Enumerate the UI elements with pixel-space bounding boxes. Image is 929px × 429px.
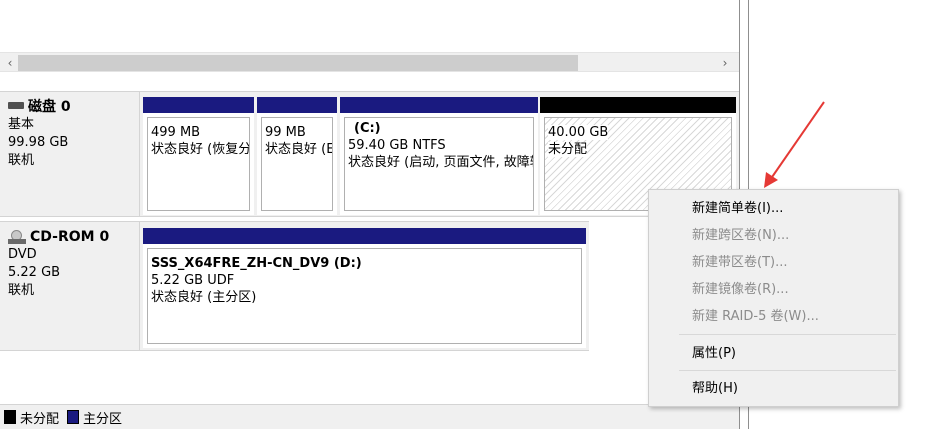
partition-body: (C:) 59.40 GB NTFS 状态良好 (启动, 页面文件, 故障转储,…	[344, 117, 534, 211]
partition-recovery[interactable]: 499 MB 状态良好 (恢复分区)	[143, 97, 254, 215]
disk-status: 联机	[8, 283, 35, 298]
volume-list-pane	[0, 0, 739, 52]
disk-type: 基本	[8, 117, 35, 132]
cdrom-0-label[interactable]: CD-ROM 0 DVD 5.22 GB 联机	[0, 221, 140, 351]
unallocated-swatch	[4, 410, 16, 424]
scroll-right-icon[interactable]: ›	[717, 55, 733, 71]
partition-c[interactable]: (C:) 59.40 GB NTFS 状态良好 (启动, 页面文件, 故障转储,…	[340, 97, 538, 215]
menu-item-new-spanned-volume[interactable]: 新建跨区卷(N)...	[650, 224, 897, 248]
partition-size: 499 MB	[151, 125, 201, 140]
partition-status: 状态良好 (主分区)	[151, 290, 257, 305]
partition-status: 状态良好 (EFI 系统分区)	[265, 142, 332, 157]
disk-size: 99.98 GB	[8, 135, 69, 150]
legend: 未分配 主分区	[0, 404, 739, 429]
annotation-arrow-icon	[764, 101, 825, 188]
partition-status: 状态良好 (恢复分区)	[151, 142, 250, 157]
partition-type-bar	[257, 97, 337, 113]
cdrom-0-name-row: CD-ROM 0	[8, 228, 131, 246]
partition-type-bar	[540, 97, 736, 113]
scroll-left-icon[interactable]: ‹	[2, 55, 18, 71]
partition-status: 未分配	[548, 142, 588, 157]
menu-item-new-striped-volume[interactable]: 新建带区卷(T)...	[650, 251, 897, 275]
legend-unallocated: 未分配	[20, 411, 60, 427]
partition-body: 499 MB 状态良好 (恢复分区)	[147, 117, 250, 211]
partition-efi[interactable]: 99 MB 状态良好 (EFI 系统分区)	[257, 97, 337, 215]
disk-name: 磁盘 0	[28, 99, 71, 115]
partition-type-bar	[143, 97, 254, 113]
horizontal-scrollbar[interactable]: ‹ ›	[0, 52, 739, 72]
partition-title: (C:)	[354, 121, 381, 136]
menu-item-new-raid5-volume[interactable]: 新建 RAID-5 卷(W)...	[650, 305, 897, 329]
menu-separator	[679, 370, 896, 371]
disk-type: DVD	[8, 247, 37, 262]
partition-size: 99 MB	[265, 125, 306, 140]
disk-0-name-row: 磁盘 0	[8, 98, 131, 116]
partition-d[interactable]: SSS_X64FRE_ZH-CN_DV9 (D:) 5.22 GB UDF 状态…	[143, 228, 586, 348]
cd-icon	[8, 230, 26, 244]
disk-0-label[interactable]: 磁盘 0 基本 99.98 GB 联机	[0, 91, 140, 217]
context-menu: 新建简单卷(I)... 新建跨区卷(N)... 新建带区卷(T)... 新建镜像…	[648, 189, 899, 407]
disk-name: CD-ROM 0	[30, 229, 110, 245]
partition-body: SSS_X64FRE_ZH-CN_DV9 (D:) 5.22 GB UDF 状态…	[147, 248, 582, 344]
menu-item-help[interactable]: 帮助(H)	[650, 377, 897, 401]
disk-status: 联机	[8, 153, 35, 168]
disk-size: 5.22 GB	[8, 265, 61, 280]
primary-swatch	[67, 410, 80, 424]
partition-size: 40.00 GB	[548, 125, 609, 140]
disk-icon	[8, 101, 24, 109]
partition-size: 59.40 GB NTFS	[348, 138, 446, 153]
partition-status-line: 未分配	[548, 141, 728, 158]
scrollbar-thumb[interactable]	[18, 55, 578, 71]
partition-status: 状态良好 (启动, 页面文件, 故障转储, 基本数据分区)	[348, 155, 533, 170]
partition-title: SSS_X64FRE_ZH-CN_DV9 (D:)	[151, 256, 362, 271]
menu-separator	[679, 334, 896, 335]
menu-item-new-mirrored-volume[interactable]: 新建镜像卷(R)...	[650, 278, 897, 302]
legend-primary: 主分区	[83, 411, 123, 427]
partition-size: 5.22 GB UDF	[151, 273, 235, 288]
partition-size-line: 40.00 GB	[548, 124, 728, 141]
menu-item-properties[interactable]: 属性(P)	[650, 342, 897, 366]
partition-body: 99 MB 状态良好 (EFI 系统分区)	[261, 117, 333, 211]
menu-item-new-simple-volume[interactable]: 新建简单卷(I)...	[650, 197, 897, 221]
partition-type-bar	[340, 97, 538, 113]
partition-type-bar	[143, 228, 586, 244]
